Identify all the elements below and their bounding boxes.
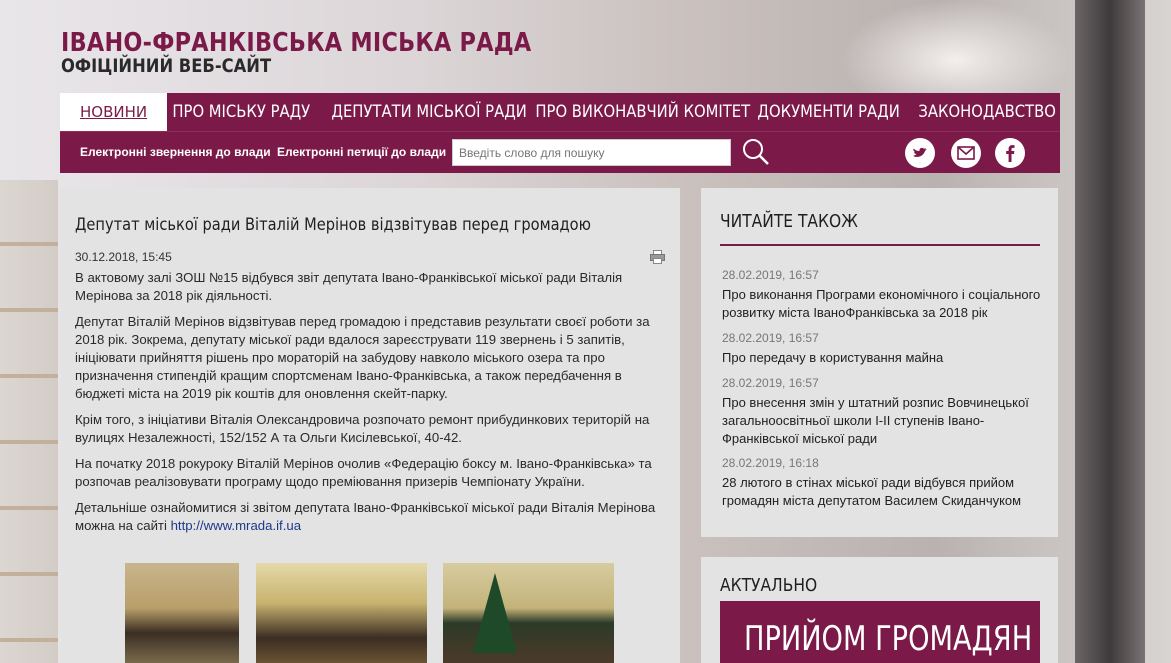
read-also-panel: ЧИТАЙТЕ ТАКОЖ 28.02.2019, 16:57 Про вико… <box>701 188 1058 537</box>
news-title-link[interactable]: Про виконання Програми економічного і со… <box>722 286 1042 322</box>
background-column <box>1075 0 1145 663</box>
article-paragraph: Депутат Віталій Мерінов відзвітував пере… <box>75 314 650 401</box>
news-date: 28.02.2019, 16:57 <box>722 376 819 390</box>
list-item: 28.02.2019, 16:57 Про передачу в користу… <box>722 331 1042 367</box>
e-petitions-link[interactable]: Електронні петиції до влади <box>277 145 446 159</box>
nav-item-documents[interactable]: ДОКУМЕНТИ РАДИ <box>740 93 917 131</box>
news-date: 28.02.2019, 16:57 <box>722 268 819 282</box>
site-title[interactable]: ІВАНО-ФРАНКІВСЬКА МІСЬКА РАДА <box>61 28 532 58</box>
background-shelves <box>0 180 58 663</box>
article-title: Депутат міської ради Віталій Мерінов від… <box>75 215 591 235</box>
article: Депутат міської ради Віталій Мерінов від… <box>60 188 680 663</box>
sub-nav: Електронні звернення до влади Електронні… <box>60 131 1060 173</box>
e-appeals-link[interactable]: Електронні звернення до влади <box>80 145 271 159</box>
nav-item-deputies[interactable]: ДЕПУТАТИ МІСЬКОЇ РАДИ <box>314 93 544 131</box>
print-icon[interactable] <box>650 250 665 264</box>
site-subtitle: ОФІЦІЙНИЙ ВЕБ-САЙТ <box>61 55 272 77</box>
search-icon[interactable] <box>741 137 771 167</box>
read-also-heading: ЧИТАЙТЕ ТАКОЖ <box>720 211 858 232</box>
news-title-link[interactable]: 28 лютого в стінах міської ради відбувся… <box>722 474 1042 510</box>
article-photo[interactable] <box>443 563 614 663</box>
article-more-text: Детальніше ознайомитися зі звітом депута… <box>75 500 656 533</box>
actual-panel: АКТУАЛЬНО ПРИЙОМ ГРОМАДЯН <box>701 557 1058 663</box>
list-item: 28.02.2019, 16:57 Про внесення змін у шт… <box>722 376 1042 448</box>
article-more: Детальніше ознайомитися зі звітом депута… <box>75 499 665 535</box>
news-date: 28.02.2019, 16:57 <box>722 331 819 345</box>
email-icon[interactable] <box>951 138 981 168</box>
news-title-link[interactable]: Про передачу в користування майна <box>722 349 1042 367</box>
nav-item-executive-committee[interactable]: ПРО ВИКОНАВЧИЙ КОМІТЕТ <box>518 93 768 131</box>
nav-item-legislation[interactable]: ЗАКОНОДАВСТВО <box>901 93 1073 131</box>
news-title-link[interactable]: Про внесення змін у штатний розпис Вовчи… <box>722 394 1042 448</box>
list-item: 28.02.2019, 16:18 28 лютого в стінах міс… <box>722 456 1042 510</box>
article-date: 30.12.2018, 15:45 <box>75 250 172 264</box>
nav-item-about-council[interactable]: ПРО МІСЬКУ РАДУ <box>155 93 328 131</box>
news-date: 28.02.2019, 16:18 <box>722 456 819 470</box>
article-paragraph: На початку 2018 рокуроку Віталій Мерінов… <box>75 456 652 489</box>
facebook-icon[interactable] <box>995 138 1025 168</box>
heading-divider <box>720 244 1040 246</box>
list-item: 28.02.2019, 16:57 Про виконання Програми… <box>722 268 1042 322</box>
nav-item-news[interactable]: НОВИНИ <box>60 93 168 131</box>
article-paragraph: В актовому залі ЗОШ №15 відбувся звіт де… <box>75 270 623 303</box>
banner-text: ПРИЙОМ ГРОМАДЯН <box>744 619 1033 659</box>
article-photo[interactable] <box>256 563 427 663</box>
article-body: В актовому залі ЗОШ №15 відбувся звіт де… <box>75 269 665 543</box>
actual-heading: АКТУАЛЬНО <box>720 575 818 596</box>
main-nav: НОВИНИ ПРО МІСЬКУ РАДУ ДЕПУТАТИ МІСЬКОЇ … <box>60 93 1060 131</box>
article-paragraph: Крім того, з ініціативи Віталія Олександ… <box>75 412 650 445</box>
twitter-icon[interactable] <box>905 138 935 168</box>
citizens-reception-banner[interactable]: ПРИЙОМ ГРОМАДЯН <box>720 601 1040 663</box>
article-photo[interactable] <box>125 563 239 663</box>
article-more-link[interactable]: http://www.mrada.if.ua <box>171 518 301 533</box>
christmas-tree-image <box>473 573 517 653</box>
search-input[interactable] <box>452 139 731 166</box>
